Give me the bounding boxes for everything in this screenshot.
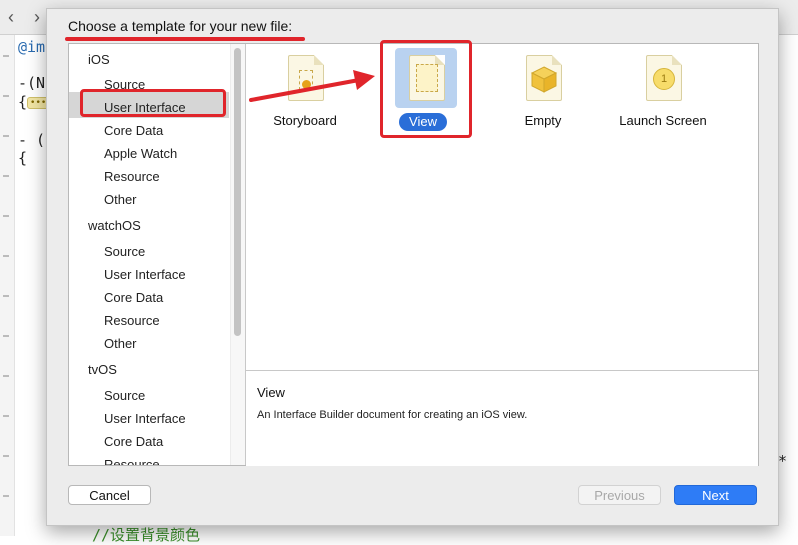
- code-line-method: -(N: [18, 74, 46, 92]
- sidebar-item-watchos-core-data[interactable]: Core Data: [104, 290, 163, 305]
- sidebar-item-watchos-user-interface[interactable]: User Interface: [104, 267, 186, 282]
- description-title: View: [257, 385, 285, 400]
- code-line-brace: {•••: [18, 93, 50, 111]
- code-comment: //设置背景颜色: [92, 526, 201, 544]
- sidebar-category-watchos: watchOS: [88, 218, 141, 233]
- description-text: An Interface Builder document for creati…: [257, 409, 528, 421]
- template-label-empty: Empty: [524, 113, 562, 128]
- sidebar-item-ios-apple-watch[interactable]: Apple Watch: [104, 146, 177, 161]
- view-callout-box: [380, 40, 472, 138]
- sidebar-item-ios-resource[interactable]: Resource: [104, 169, 160, 184]
- line-gutter: [0, 35, 15, 536]
- template-label-launch-screen: Launch Screen: [619, 113, 707, 128]
- sidebar-item-tvos-resource[interactable]: Resource: [104, 457, 160, 465]
- template-label-storyboard: Storyboard: [273, 113, 337, 128]
- template-tile-launch-screen[interactable]: 1 Launch Screen: [608, 50, 718, 140]
- sidebar-item-watchos-resource[interactable]: Resource: [104, 313, 160, 328]
- previous-button[interactable]: Previous: [578, 485, 661, 505]
- back-nav-button[interactable]: ‹: [8, 8, 14, 26]
- sidebar-item-watchos-other[interactable]: Other: [104, 336, 137, 351]
- sidebar-item-ios-core-data[interactable]: Core Data: [104, 123, 163, 138]
- sidebar-item-tvos-user-interface[interactable]: User Interface: [104, 411, 186, 426]
- cancel-button[interactable]: Cancel: [68, 485, 151, 505]
- forward-nav-button[interactable]: ›: [34, 8, 40, 26]
- sidebar-category-tvos: tvOS: [88, 362, 117, 377]
- template-tile-empty[interactable]: Empty: [488, 50, 598, 140]
- template-chooser-sheet: Choose a template for your new file: iOS…: [46, 8, 779, 526]
- sidebar-item-ios-other[interactable]: Other: [104, 192, 137, 207]
- sidebar-category-ios: iOS: [88, 52, 110, 67]
- code-line-method-2: - (: [18, 131, 46, 149]
- sidebar-item-tvos-core-data[interactable]: Core Data: [104, 434, 163, 449]
- template-description-pane: View An Interface Builder document for c…: [246, 370, 758, 466]
- next-button[interactable]: Next: [674, 485, 757, 505]
- user-interface-callout-box: [80, 89, 226, 117]
- code-line-import: @im: [18, 38, 46, 56]
- empty-cube-icon: [526, 55, 562, 101]
- code-line-brace-2: {: [18, 149, 28, 167]
- code-asterisk: *: [778, 452, 788, 470]
- callout-arrow-icon: [249, 70, 375, 102]
- launch-screen-icon: 1: [646, 55, 682, 101]
- sidebar-item-tvos-source[interactable]: Source: [104, 388, 145, 403]
- sidebar-scrollbar-thumb[interactable]: [234, 48, 241, 336]
- title-annotation-underline: [65, 37, 305, 41]
- sheet-title: Choose a template for your new file:: [68, 18, 293, 34]
- sidebar-item-watchos-source[interactable]: Source: [104, 244, 145, 259]
